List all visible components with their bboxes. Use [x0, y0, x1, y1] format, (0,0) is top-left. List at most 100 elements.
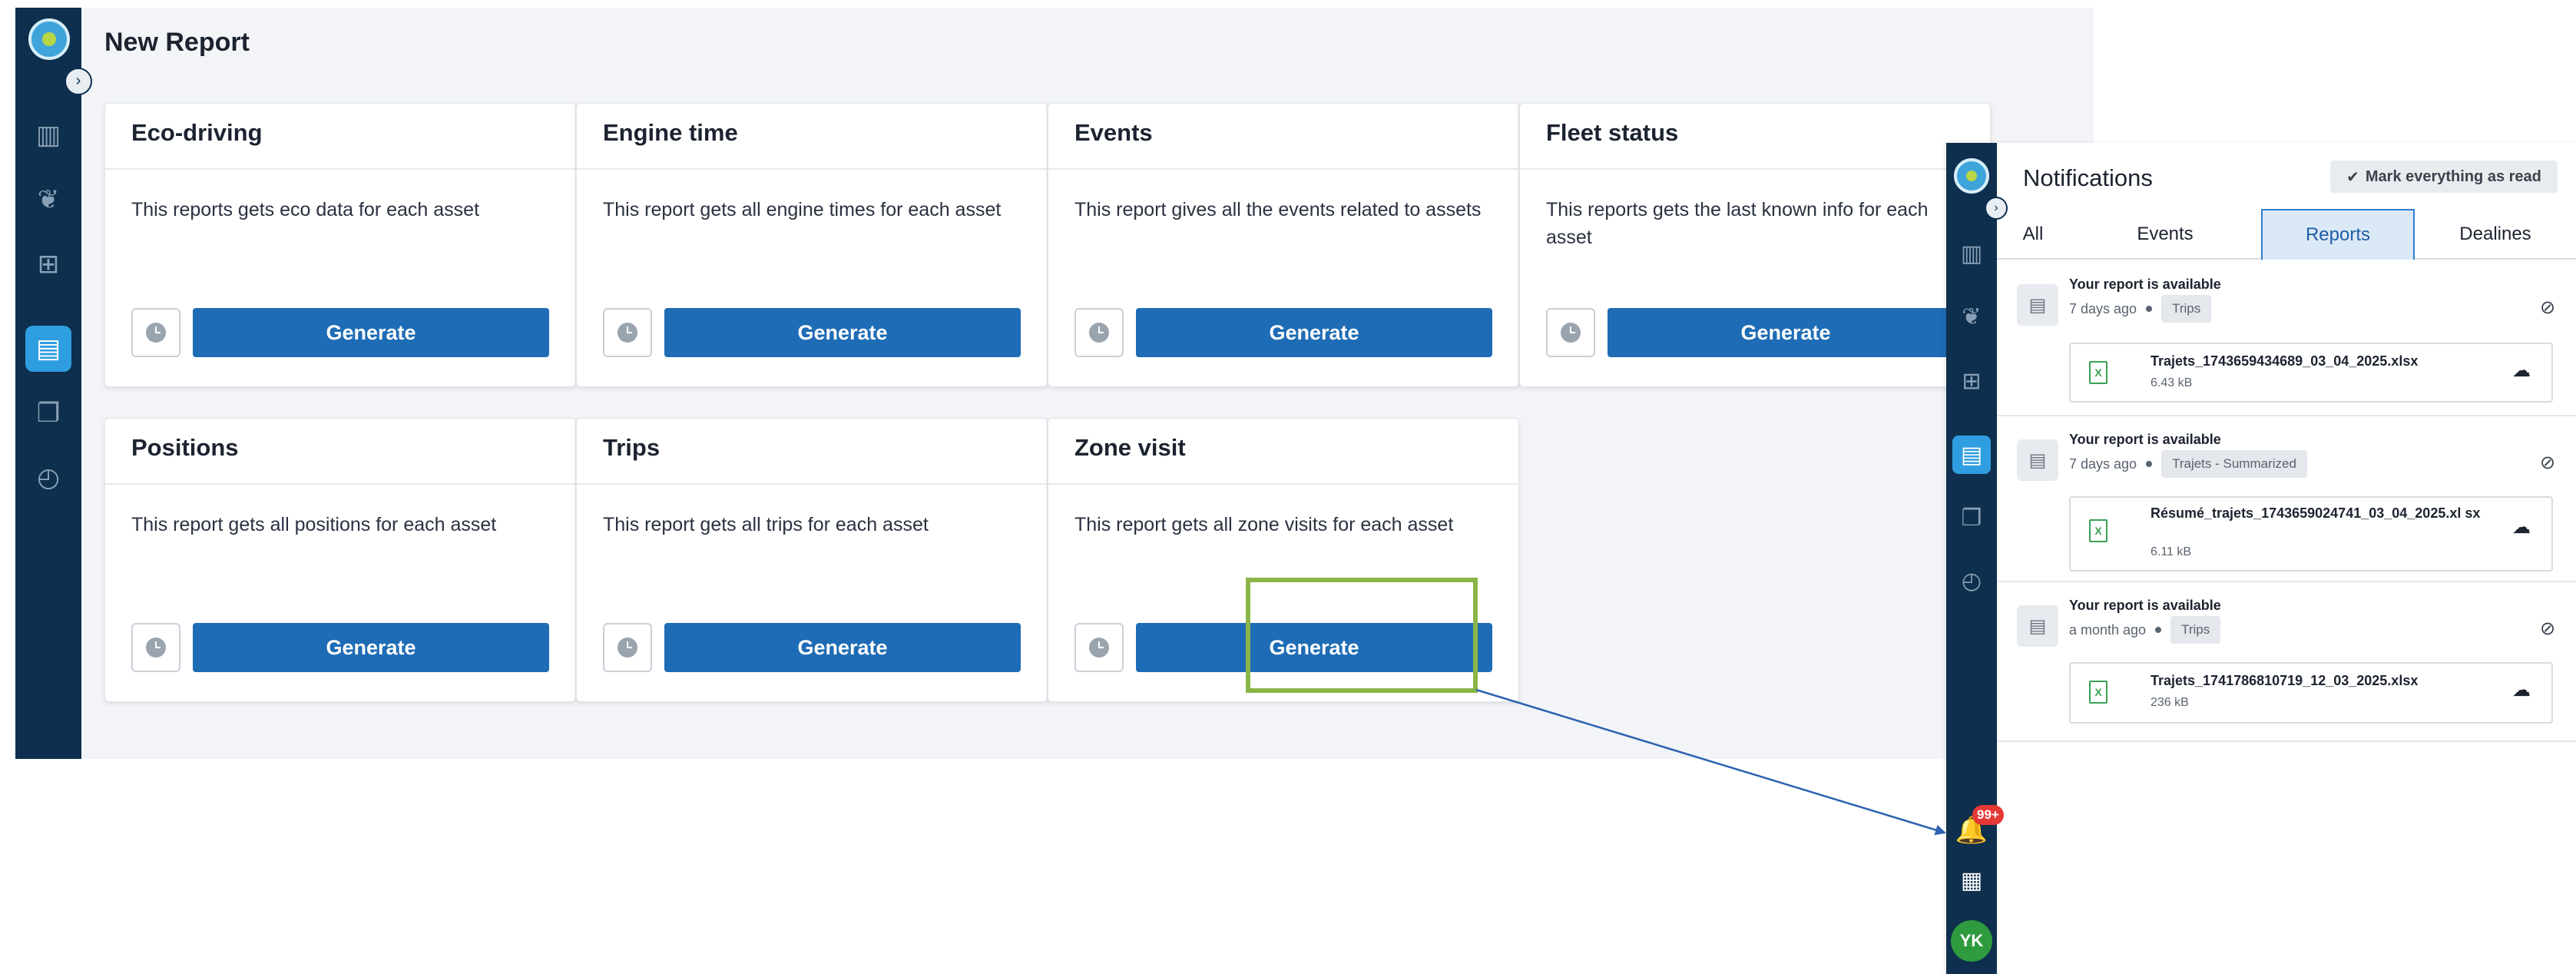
card-description: This reports gets eco data for each asse… [131, 199, 480, 220]
generate-button[interactable]: Generate [1136, 308, 1492, 357]
report-icon: ▤ [1960, 442, 1983, 468]
generate-button[interactable]: Generate [193, 308, 549, 357]
documents-icon: ❐ [36, 399, 61, 428]
file-attachment[interactable]: X Trajets_1741786810719_12_03_2025.xlsx … [2069, 662, 2553, 724]
notification-item[interactable]: ▤ Your report is available a month ago T… [1997, 582, 2576, 742]
sidebar-expand-button[interactable]: › [65, 68, 92, 95]
schedule-button[interactable] [131, 623, 180, 672]
notifications-app-window: ▥ ❦ ⊞ ▤ ❐ ◴ 🔔 99+ ▦ YK › Notifications ✔… [1946, 143, 2576, 974]
cloud-download-icon[interactable]: ☁ [2508, 516, 2535, 542]
notification-title: Your report is available [2069, 432, 2221, 447]
user-avatar[interactable]: YK [1951, 920, 1992, 962]
sidebar-item-scheduled[interactable]: ◴ [15, 446, 81, 510]
sidebar-item-fleet[interactable]: ⊞ [15, 232, 81, 297]
clock-icon [618, 323, 637, 343]
divider [105, 483, 575, 485]
sidebar-item-reports[interactable]: ▤ [1946, 424, 1997, 485]
divider [577, 168, 1047, 170]
double-check-icon: ✔ [2346, 168, 2359, 186]
app-logo[interactable] [1954, 158, 1989, 194]
eye-off-icon[interactable]: ⊘ [2535, 452, 2561, 478]
file-attachment[interactable]: X Résumé_trajets_1743659024741_03_04_202… [2069, 496, 2553, 571]
file-name: Trajets_1743659434689_03_04_2025.xlsx [2151, 353, 2419, 369]
divider [1520, 168, 1990, 170]
file-size: 6.43 kB [2151, 376, 2193, 389]
card-title: Engine time [603, 119, 738, 146]
cloud-download-icon[interactable]: ☁ [2508, 359, 2535, 386]
eye-off-icon[interactable]: ⊘ [2535, 618, 2561, 644]
app-logo[interactable] [28, 18, 70, 60]
notification-tabs: All Events Reports Dealines [1997, 209, 2576, 260]
highlight-annotation-box [1246, 578, 1478, 693]
leaf-icon: ❦ [1962, 303, 1982, 330]
tab-all[interactable]: All [1997, 209, 2069, 260]
eye-off-icon[interactable]: ⊘ [2535, 297, 2561, 323]
card-title: Trips [603, 434, 661, 461]
generate-button[interactable]: Generate [1608, 308, 1964, 357]
sidebar-item-fleet[interactable]: ⊞ [1946, 350, 1997, 412]
sidebar-item-scheduled[interactable]: ◴ [1946, 550, 1997, 611]
notification-meta: a month ago Trips [2069, 616, 2221, 644]
sidebar-item-map[interactable]: ▥ [15, 103, 81, 167]
generate-button[interactable]: Generate [664, 308, 1021, 357]
mark-all-read-button[interactable]: ✔ Mark everything as read [2330, 161, 2558, 193]
generate-button[interactable]: Generate [193, 623, 549, 672]
sidebar-item-documents[interactable]: ❐ [1946, 487, 1997, 548]
notification-title: Your report is available [2069, 277, 2221, 292]
clock-icon [1089, 323, 1109, 343]
cloud-download-icon[interactable]: ☁ [2508, 679, 2535, 705]
report-type-tag: Trajets - Summarized [2161, 450, 2307, 478]
report-file-icon: ▤ [2017, 284, 2058, 326]
sidebar-item-reports[interactable]: ▤ [15, 316, 81, 381]
generate-button[interactable]: Generate [664, 623, 1021, 672]
card-description: This report gives all the events related… [1074, 199, 1482, 220]
map-icon: ▥ [1960, 240, 1983, 267]
excel-file-icon: X [2089, 519, 2107, 542]
report-card-trips: Trips This report gets all trips for eac… [576, 418, 1048, 702]
report-file-icon: ▤ [2017, 605, 2058, 647]
sidebar-item-map[interactable]: ▥ [1946, 223, 1997, 284]
card-title: Eco-driving [131, 119, 263, 146]
report-card-engine-time: Engine time This report gets all engine … [576, 103, 1048, 387]
card-description: This report gets all positions for each … [131, 514, 497, 535]
leaf-icon: ❦ [37, 185, 60, 214]
clock-icon [1089, 638, 1109, 658]
clock-icon [1561, 323, 1581, 343]
notifications-title: Notifications [2023, 164, 2153, 191]
grid-icon: ▦ [1960, 867, 1983, 893]
fleet-icon: ⊞ [1962, 368, 1982, 394]
file-attachment[interactable]: X Trajets_1743659434689_03_04_2025.xlsx … [2069, 343, 2553, 403]
schedule-button[interactable] [603, 623, 652, 672]
divider [1048, 168, 1518, 170]
tab-reports[interactable]: Reports [2261, 209, 2415, 260]
documents-icon: ❐ [1961, 505, 1982, 531]
sidebar-item-documents[interactable]: ❐ [15, 381, 81, 446]
sidebar-item-eco[interactable]: ❦ [15, 167, 81, 232]
schedule-button[interactable] [603, 308, 652, 357]
report-card-fleet-status: Fleet status This reports gets the last … [1519, 103, 1991, 387]
notification-time: 7 days ago [2069, 456, 2137, 472]
tab-deadlines[interactable]: Dealines [2415, 209, 2576, 260]
notification-item[interactable]: ▤ Your report is available 7 days ago Tr… [1997, 416, 2576, 582]
separator-dot [2146, 461, 2153, 467]
divider [105, 168, 575, 170]
tab-events[interactable]: Events [2069, 209, 2261, 260]
card-description: This report gets all trips for each asse… [603, 514, 929, 535]
sidebar-expand-button[interactable]: › [1985, 197, 2008, 220]
mark-all-read-label: Mark everything as read [2365, 167, 2541, 185]
notification-meta: 7 days ago Trips [2069, 295, 2212, 323]
schedule-button[interactable] [1074, 308, 1124, 357]
report-card-positions: Positions This report gets all positions… [104, 418, 576, 702]
separator-dot [2155, 627, 2162, 633]
notification-title: Your report is available [2069, 598, 2221, 613]
schedule-button[interactable] [1546, 308, 1595, 357]
notification-item[interactable]: ▤ Your report is available 7 days ago Tr… [1997, 261, 2576, 416]
schedule-button[interactable] [1074, 623, 1124, 672]
map-icon: ▥ [35, 121, 61, 150]
schedule-button[interactable] [131, 308, 180, 357]
fleet-icon: ⊞ [37, 250, 60, 279]
apps-grid-button[interactable]: ▦ [1946, 857, 1997, 903]
notification-count-badge: 99+ [1972, 805, 2004, 825]
sidebar-item-eco[interactable]: ❦ [1946, 286, 1997, 347]
page-title: New Report [104, 28, 250, 57]
